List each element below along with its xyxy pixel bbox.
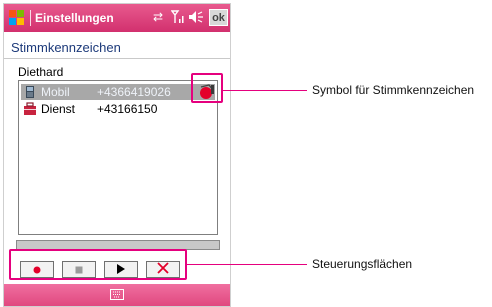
title-bar: Einstellungen ⇄ ok bbox=[4, 4, 230, 32]
list-item-label: Dienst bbox=[41, 102, 76, 116]
bottom-menu-bar bbox=[4, 284, 230, 306]
list-item[interactable]: Mobil +4366419026 bbox=[21, 84, 215, 100]
contact-name: Diethard bbox=[18, 65, 64, 79]
controls-highlight bbox=[9, 249, 187, 280]
list-item[interactable]: Dienst +43166150 bbox=[21, 101, 215, 117]
controls-callout-line bbox=[187, 264, 307, 265]
controls-callout-label: Steuerungsflächen bbox=[312, 257, 413, 271]
voice-tag-callout-line bbox=[223, 90, 307, 91]
page-title: Stimmkennzeichen bbox=[11, 40, 121, 55]
number-list[interactable]: Mobil +4366419026 Dienst +43166150 bbox=[18, 80, 218, 235]
divider bbox=[4, 58, 230, 59]
work-briefcase-icon bbox=[23, 102, 37, 116]
ok-button[interactable]: ok bbox=[209, 9, 228, 26]
list-item-number: +4366419026 bbox=[97, 85, 171, 99]
sync-icon[interactable]: ⇄ bbox=[153, 10, 163, 24]
voice-tag-highlight bbox=[191, 73, 223, 103]
volume-icon[interactable] bbox=[188, 10, 204, 27]
list-item-number: +43166150 bbox=[97, 102, 158, 116]
mobile-phone-icon bbox=[23, 85, 37, 99]
windows-start-icon[interactable] bbox=[8, 9, 26, 27]
voice-tag-callout-label: Symbol für Stimmkennzeichen bbox=[312, 83, 475, 97]
title-separator bbox=[30, 10, 31, 26]
window-title: Einstellungen bbox=[35, 11, 114, 25]
signal-icon[interactable] bbox=[170, 10, 185, 27]
keyboard-icon[interactable] bbox=[110, 289, 124, 300]
list-item-label: Mobil bbox=[41, 85, 70, 99]
